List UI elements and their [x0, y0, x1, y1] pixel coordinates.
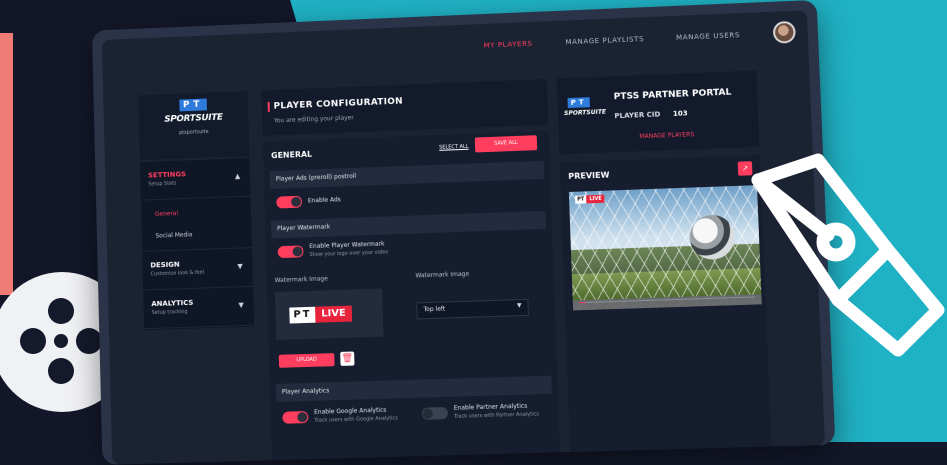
video-player[interactable]: PT LIVE [568, 185, 762, 311]
sidebar-item-sub: Setup Stats [148, 180, 177, 188]
watermark-position-select[interactable]: Top left ▼ [416, 298, 529, 320]
sidebar-subitem-social-media[interactable]: Social Media [155, 231, 192, 239]
live-badge-live: LIVE [586, 194, 605, 204]
manage-players-link[interactable]: MANAGE PLAYERS [639, 131, 694, 140]
chevron-down-icon: ▼ [237, 262, 243, 271]
watermark-image-preview: PT LIVE [274, 288, 384, 340]
partner-portal-panel: PT SPORTSUITE PTSS PARTNER PORTAL PLAYER… [556, 70, 760, 155]
general-settings-panel: GENERAL SELECT ALL SAVE ALL Player Ads (… [262, 130, 561, 465]
toggle-sub: Track users with Google Analytics [314, 415, 399, 424]
partner-logo-name: SPORTSUITE [563, 108, 607, 118]
select-value: Top left [423, 305, 446, 314]
live-badge: PT LIVE [575, 194, 605, 204]
section-watermark: Player Watermark [270, 210, 547, 239]
config-header: PLAYER CONFIGURATION You are editing you… [261, 78, 549, 136]
brand-panel: PT SPORTSUITE ptsportsuite [138, 90, 250, 161]
section-title: GENERAL [270, 149, 313, 161]
section-label: Player Watermark [277, 223, 331, 233]
accent-tick [267, 101, 270, 112]
video-goal-net [568, 185, 762, 311]
toggle-sub: Track users with Partner Analytics [453, 411, 539, 420]
enable-ads-toggle[interactable] [276, 195, 303, 209]
nav-manage-users[interactable]: MANAGE USERS [676, 31, 740, 42]
watermark-position-label: Watermark Image [415, 270, 470, 280]
app-screen: MY PLAYERS MANAGE PLAYLISTS MANAGE USERS… [101, 10, 826, 465]
sidebar-item-label: ANALYTICS [151, 298, 194, 309]
sidebar-item-sub: Setup tracking [151, 308, 188, 317]
toggle-label: Enable Ads [307, 196, 341, 205]
page-title: PLAYER CONFIGURATION [273, 96, 404, 112]
enable-watermark-toggle[interactable] [277, 245, 304, 259]
sidebar-item-sub: Customise look & feel [150, 269, 205, 278]
preview-panel: PREVIEW ↗ PT LIVE [559, 154, 773, 465]
sidebar-item-analytics[interactable]: ANALYTICS Setup tracking ▼ [143, 286, 255, 330]
player-cid-value: 103 [672, 109, 688, 118]
pen-tool-icon [751, 153, 945, 357]
tablet-device: MY PLAYERS MANAGE PLAYLISTS MANAGE USERS… [91, 0, 836, 465]
watermark-logo: PT LIVE [289, 305, 352, 324]
save-all-button[interactable]: SAVE ALL [474, 135, 538, 153]
partner-title: PTSS PARTNER PORTAL [613, 87, 732, 103]
chevron-down-icon: ▼ [238, 301, 244, 310]
brand-logo-sub: ptsportsuite [179, 128, 209, 137]
toggle-label: Enable Google Analytics [314, 406, 387, 416]
toggle-sub: Show your logo over your video [309, 249, 389, 259]
player-cid-label: PLAYER CID [614, 110, 661, 121]
toggle-label: Enable Player Watermark [309, 240, 385, 251]
section-ads: Player Ads (preroll) postroll [269, 160, 545, 189]
sidebar-item-label: DESIGN [150, 260, 180, 270]
google-analytics-toggle[interactable] [282, 411, 309, 424]
page-subtitle: You are editing your player [273, 114, 354, 125]
section-label: Player Analytics [281, 387, 330, 396]
sidebar-subitem-general[interactable]: General [155, 210, 178, 218]
chevron-down-icon: ▼ [516, 302, 522, 310]
watermark-logo-pt: PT [289, 306, 316, 324]
select-all-link[interactable]: SELECT ALL [439, 144, 468, 151]
preview-title: PREVIEW [568, 170, 610, 181]
nav-my-players[interactable]: MY PLAYERS [484, 40, 533, 50]
partner-logo-mark: PT [567, 97, 590, 109]
toggle-label: Enable Partner Analytics [453, 402, 528, 412]
section-analytics: Player Analytics [275, 375, 552, 402]
watermark-logo-live: LIVE [315, 305, 352, 323]
nav-manage-playlists[interactable]: MANAGE PLAYLISTS [565, 35, 644, 46]
decorative-coral-bar [0, 33, 13, 295]
sidebar-item-label: SETTINGS [147, 170, 187, 180]
watermark-image-label: Watermark Image [274, 275, 328, 285]
video-progress-fill [578, 301, 586, 304]
brand-logo-name: SPORTSUITE [164, 112, 223, 125]
chevron-up-icon: ▲ [234, 172, 241, 181]
trash-icon[interactable]: 🗑 [340, 351, 355, 366]
partner-analytics-toggle[interactable] [421, 406, 449, 420]
live-badge-pt: PT [575, 195, 587, 204]
upload-button[interactable]: UPLOAD [278, 353, 335, 368]
sidebar-item-settings[interactable]: SETTINGS Setup Stats ▲ [139, 158, 251, 201]
brand-logo-mark: PT [179, 98, 207, 112]
sidebar-item-design[interactable]: DESIGN Customise look & feel ▼ [142, 247, 254, 291]
avatar[interactable] [772, 20, 796, 44]
section-label: Player Ads (preroll) postroll [275, 172, 357, 183]
sidebar-menu: SETTINGS Setup Stats ▲ General Social Me… [139, 158, 255, 331]
